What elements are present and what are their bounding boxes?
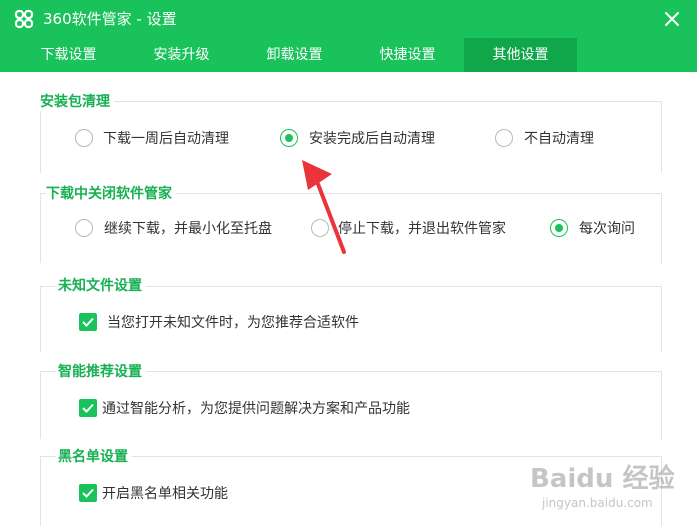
window-title: 360软件管家 - 设置 — [43, 10, 177, 28]
section-title-close-during-download: 下载中关闭软件管家 — [46, 185, 176, 203]
option-label: 继续下载，并最小化至托盘 — [104, 221, 272, 237]
radio-button-selected[interactable] — [550, 219, 568, 237]
checkbox-label: 通过智能分析，为您提供问题解决方案和产品功能 — [102, 401, 410, 417]
title-bar: 360软件管家 - 设置 — [0, 0, 697, 38]
radio-button[interactable] — [75, 219, 93, 237]
radio-clean-after-week[interactable]: 下载一周后自动清理 — [75, 128, 250, 150]
checkbox-recommend-software[interactable]: 当您打开未知文件时，为您推荐合适软件 — [79, 312, 389, 334]
section-title-install-cleanup: 安装包清理 — [36, 93, 114, 111]
section-title-unknown-files: 未知文件设置 — [56, 277, 146, 295]
checkbox-checked[interactable] — [79, 313, 97, 331]
checkmark-icon — [82, 317, 94, 327]
settings-tabs: 下载设置 安装升级 卸载设置 快捷设置 其他设置 — [0, 38, 697, 72]
option-label: 不自动清理 — [524, 131, 594, 147]
section-border — [40, 286, 41, 352]
checkbox-label: 开启黑名单相关功能 — [102, 486, 228, 502]
watermark-url: jingyan.baidu.com — [542, 496, 653, 510]
checkmark-icon — [82, 403, 94, 413]
checkbox-checked[interactable] — [79, 399, 97, 417]
section-border — [40, 101, 661, 102]
watermark-title: Baidu 经验 — [530, 464, 675, 494]
annotation-arrow-icon — [302, 160, 346, 254]
tab-install-upgrade[interactable]: 安装升级 — [125, 38, 238, 72]
option-label: 停止下载，并退出软件管家 — [338, 221, 506, 237]
section-border — [661, 101, 662, 173]
section-border — [661, 286, 662, 352]
radio-continue-minimize[interactable]: 继续下载，并最小化至托盘 — [75, 218, 290, 240]
close-icon[interactable] — [659, 6, 685, 32]
checkbox-enable-blacklist[interactable]: 开启黑名单相关功能 — [79, 483, 279, 505]
section-border — [40, 193, 41, 263]
option-label: 每次询问 — [579, 221, 635, 237]
section-border — [661, 371, 662, 439]
radio-button[interactable] — [311, 219, 329, 237]
tab-uninstall-settings[interactable]: 卸载设置 — [238, 38, 351, 72]
tab-download-settings[interactable]: 下载设置 — [12, 38, 125, 72]
section-border — [40, 101, 41, 173]
radio-no-auto-clean[interactable]: 不自动清理 — [495, 128, 610, 150]
section-title-blacklist: 黑名单设置 — [56, 448, 132, 466]
watermark: Baidu 经验 jingyan.baidu.com — [530, 452, 695, 524]
section-border — [40, 371, 41, 439]
tab-shortcut-settings[interactable]: 快捷设置 — [351, 38, 464, 72]
clover-logo-icon — [14, 9, 34, 29]
section-border — [40, 456, 41, 526]
option-label: 安装完成后自动清理 — [309, 131, 435, 147]
checkbox-label: 当您打开未知文件时，为您推荐合适软件 — [107, 315, 359, 331]
radio-clean-after-install[interactable]: 安装完成后自动清理 — [280, 128, 455, 150]
checkmark-icon — [82, 488, 94, 498]
radio-ask-every-time[interactable]: 每次询问 — [550, 218, 645, 240]
tab-other-settings[interactable]: 其他设置 — [464, 38, 577, 72]
radio-stop-and-exit[interactable]: 停止下载，并退出软件管家 — [311, 218, 526, 240]
section-border — [661, 193, 662, 263]
section-title-smart-recommend: 智能推荐设置 — [56, 363, 146, 381]
radio-button[interactable] — [495, 129, 513, 147]
radio-button[interactable] — [75, 129, 93, 147]
checkbox-checked[interactable] — [79, 484, 97, 502]
radio-button-selected[interactable] — [280, 129, 298, 147]
option-label: 下载一周后自动清理 — [103, 131, 229, 147]
checkbox-smart-analysis[interactable]: 通过智能分析，为您提供问题解决方案和产品功能 — [79, 398, 449, 420]
